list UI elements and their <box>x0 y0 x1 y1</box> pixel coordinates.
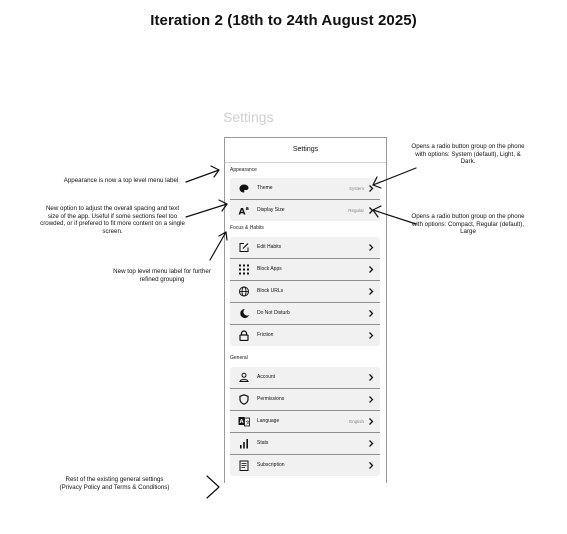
annotation-arrows <box>185 165 417 499</box>
arrow-display-size <box>185 199 228 218</box>
arrow-appearance <box>185 165 220 183</box>
arrow-rest-general <box>206 475 220 499</box>
arrow-focus-label <box>209 231 228 261</box>
arrow-display-options <box>372 205 417 225</box>
arrow-theme <box>372 167 417 189</box>
